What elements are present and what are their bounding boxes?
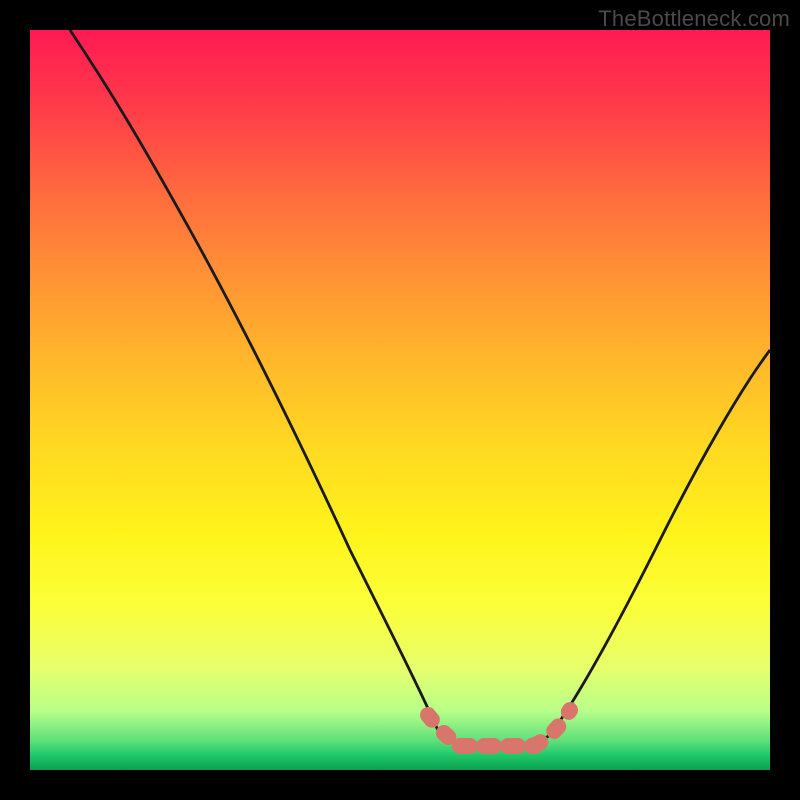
curve-right-branch (550, 350, 770, 735)
curve-left-branch (70, 30, 440, 735)
watermark-text: TheBottleneck.com (598, 6, 790, 32)
optimal-zone-right (535, 710, 570, 745)
bottleneck-curve (30, 30, 770, 770)
